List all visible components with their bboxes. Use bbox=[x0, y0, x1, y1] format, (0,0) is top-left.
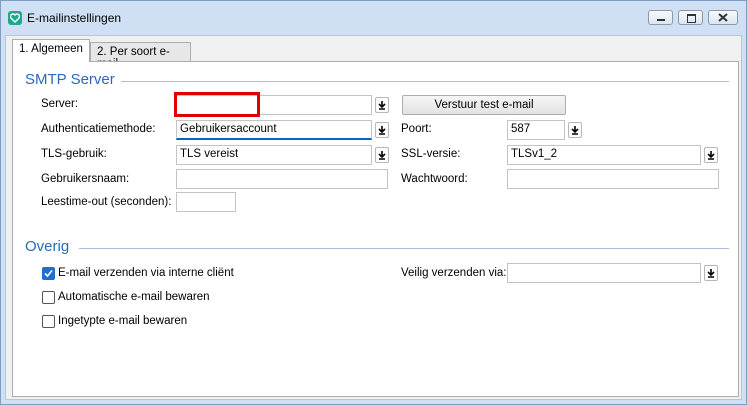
auth-method-dropdown-button[interactable] bbox=[375, 122, 389, 138]
minimize-icon bbox=[657, 19, 665, 21]
smtp-divider bbox=[121, 81, 729, 82]
send-test-email-button[interactable]: Verstuur test e-mail bbox=[402, 95, 566, 115]
secure-send-dropdown-button[interactable] bbox=[704, 265, 718, 281]
password-label: Wachtwoord: bbox=[401, 173, 468, 185]
internal-client-label[interactable]: E-mail verzenden via interne cliënt bbox=[58, 267, 234, 279]
server-highlight-box bbox=[174, 92, 260, 117]
tab-per-soort-email[interactable]: 2. Per soort e-mail bbox=[90, 42, 191, 70]
port-input[interactable]: 587 bbox=[507, 120, 565, 140]
overig-divider bbox=[79, 248, 729, 249]
tls-usage-label: TLS-gebruik: bbox=[41, 148, 107, 160]
ssl-version-select[interactable]: TLSv1_2 bbox=[507, 145, 701, 165]
download-arrow-icon bbox=[378, 126, 386, 135]
title-bar[interactable]: E-mailinstellingen bbox=[1, 1, 746, 35]
secure-send-label: Veilig verzenden via: bbox=[401, 267, 507, 279]
download-arrow-icon bbox=[378, 101, 386, 110]
maximize-icon bbox=[687, 14, 696, 23]
download-arrow-icon bbox=[571, 126, 579, 135]
tab-algemeen[interactable]: 1. Algemeen bbox=[12, 39, 90, 62]
username-input[interactable] bbox=[176, 169, 388, 189]
server-label: Server: bbox=[41, 98, 79, 110]
typed-save-checkbox[interactable] bbox=[42, 315, 55, 328]
close-button[interactable] bbox=[708, 10, 738, 25]
port-dropdown-button[interactable] bbox=[568, 122, 582, 138]
overig-section-heading: Overig bbox=[25, 238, 70, 255]
download-arrow-icon bbox=[707, 269, 715, 278]
tls-usage-select[interactable]: TLS vereist bbox=[176, 145, 372, 165]
read-timeout-input[interactable] bbox=[176, 192, 236, 212]
download-arrow-icon bbox=[378, 151, 386, 160]
email-settings-window: E-mailinstellingen 1. Algemeen 2. Per so… bbox=[0, 0, 747, 405]
minimize-button[interactable] bbox=[648, 10, 673, 25]
tls-usage-dropdown-button[interactable] bbox=[375, 147, 389, 163]
internal-client-checkbox[interactable] bbox=[42, 267, 55, 280]
auto-save-checkbox[interactable] bbox=[42, 291, 55, 304]
smtp-section-heading: SMTP Server bbox=[25, 71, 115, 88]
checkmark-icon bbox=[44, 269, 53, 278]
dialog-client-area: 1. Algemeen 2. Per soort e-mail SMTP Ser… bbox=[5, 35, 742, 400]
ssl-version-label: SSL-versie: bbox=[401, 148, 461, 160]
close-icon bbox=[718, 13, 728, 22]
window-title: E-mailinstellingen bbox=[27, 11, 122, 25]
port-label: Poort: bbox=[401, 123, 432, 135]
auth-method-label: Authenticatiemethode: bbox=[41, 123, 156, 135]
secure-send-select[interactable] bbox=[507, 263, 701, 283]
server-dropdown-button[interactable] bbox=[375, 97, 389, 113]
username-label: Gebruikersnaam: bbox=[41, 173, 130, 185]
ssl-version-dropdown-button[interactable] bbox=[704, 147, 718, 163]
typed-save-label[interactable]: Ingetypte e-mail bewaren bbox=[58, 315, 187, 327]
heart-logo-icon bbox=[8, 11, 22, 25]
auth-method-select[interactable]: Gebruikersaccount bbox=[176, 120, 372, 140]
download-arrow-icon bbox=[707, 151, 715, 160]
maximize-button[interactable] bbox=[678, 10, 703, 25]
password-input[interactable] bbox=[507, 169, 719, 189]
auto-save-label[interactable]: Automatische e-mail bewaren bbox=[58, 291, 210, 303]
read-timeout-label: Leestime-out (seconden): bbox=[41, 196, 172, 208]
tab-panel-algemeen: SMTP Server Server: Verstuur test e-mail… bbox=[12, 61, 739, 397]
